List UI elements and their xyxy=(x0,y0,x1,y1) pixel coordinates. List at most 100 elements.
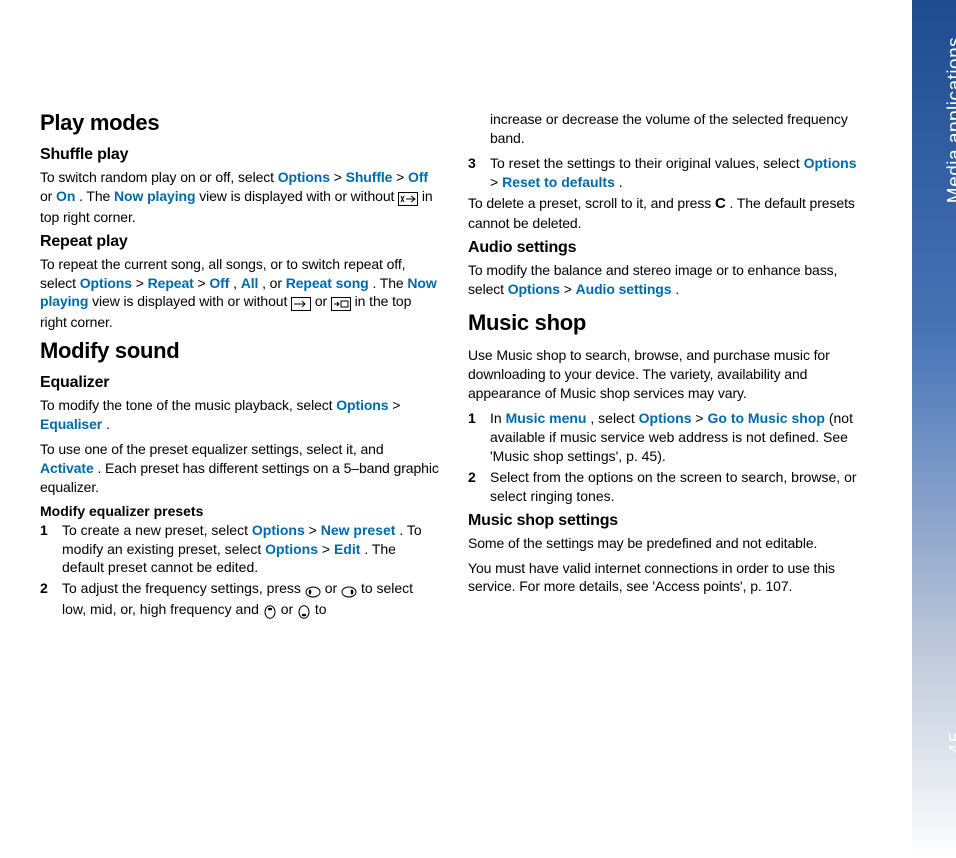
step-text: To adjust the frequency settings, press … xyxy=(62,579,440,621)
text: To adjust the frequency settings, press xyxy=(62,580,305,596)
heading-play-modes: Play modes xyxy=(40,110,440,136)
heading-repeat-play: Repeat play xyxy=(40,233,440,251)
text: To reset the settings to their original … xyxy=(490,155,804,171)
separator: > xyxy=(564,281,576,297)
text: view is displayed with or without xyxy=(199,188,398,204)
menu-options: Options xyxy=(80,275,132,291)
text: To delete a preset, scroll to it, and pr… xyxy=(468,195,715,211)
text: To modify the tone of the music playback… xyxy=(40,397,336,413)
preset-steps: 1 To create a new preset, select Options… xyxy=(40,521,440,621)
text: or xyxy=(40,188,56,204)
text: . xyxy=(619,174,623,190)
heading-modify-sound: Modify sound xyxy=(40,338,440,364)
menu-activate: Activate xyxy=(40,460,94,476)
text: To use one of the preset equalizer setti… xyxy=(40,441,384,457)
menu-go-to-music-shop: Go to Music shop xyxy=(707,410,824,426)
menu-equaliser: Equaliser xyxy=(40,416,102,432)
separator: > xyxy=(396,169,408,185)
menu-options: Options xyxy=(804,155,857,171)
menu-repeat: Repeat xyxy=(148,275,194,291)
two-column-layout: Play modes Shuffle play To switch random… xyxy=(40,110,870,623)
menu-music-menu: Music menu xyxy=(506,410,587,426)
list-item: 1 To create a new preset, select Options… xyxy=(40,521,440,578)
separator: > xyxy=(490,174,502,190)
menu-repeat-song: Repeat song xyxy=(286,275,369,291)
menu-options: Options xyxy=(278,169,330,185)
text: In xyxy=(490,410,506,426)
scroll-right-icon xyxy=(341,581,357,600)
text: . Each preset has different settings on … xyxy=(40,460,439,495)
step-number: 2 xyxy=(468,468,482,506)
text: or xyxy=(315,293,331,309)
text: or xyxy=(325,580,341,596)
text: , or xyxy=(262,275,286,291)
para-shuffle: To switch random play on or off, select … xyxy=(40,168,440,227)
separator: > xyxy=(334,169,346,185)
list-item: 3 To reset the settings to their origina… xyxy=(468,154,868,192)
separator: > xyxy=(309,522,321,538)
para-eq-modify: To modify the tone of the music playback… xyxy=(40,396,440,434)
step-number: 2 xyxy=(40,579,54,621)
text: , select xyxy=(590,410,638,426)
step-number: 1 xyxy=(40,521,54,578)
heading-equalizer: Equalizer xyxy=(40,374,440,392)
menu-options: Options xyxy=(265,541,318,557)
text: To create a new preset, select xyxy=(62,522,252,538)
shop-steps: 1 In Music menu , select Options > Go to… xyxy=(468,409,868,505)
heading-modify-presets: Modify equalizer presets xyxy=(40,503,440,519)
step-number: 3 xyxy=(468,154,482,192)
menu-edit: Edit xyxy=(334,541,360,557)
para-settings-internet: You must have valid internet connections… xyxy=(468,559,868,597)
menu-off: Off xyxy=(408,169,428,185)
text: . The xyxy=(79,188,114,204)
separator: > xyxy=(136,275,148,291)
heading-shuffle-play: Shuffle play xyxy=(40,146,440,164)
page-number: 45 xyxy=(946,730,956,754)
step-text: To create a new preset, select Options >… xyxy=(62,521,440,578)
para-audio-settings: To modify the balance and stereo image o… xyxy=(468,261,868,299)
key-c-icon: C xyxy=(715,194,726,214)
menu-options: Options xyxy=(639,410,692,426)
scroll-up-icon xyxy=(263,602,277,621)
menu-shuffle: Shuffle xyxy=(346,169,393,185)
menu-options: Options xyxy=(252,522,305,538)
list-item: 2 Select from the options on the screen … xyxy=(468,468,868,506)
separator: > xyxy=(322,541,334,557)
menu-now-playing: Now playing xyxy=(114,188,195,204)
column-left: Play modes Shuffle play To switch random… xyxy=(40,110,440,623)
text: or xyxy=(281,601,297,617)
scroll-down-icon xyxy=(297,602,311,621)
heading-music-shop-settings: Music shop settings xyxy=(468,512,868,530)
step-text: In Music menu , select Options > Go to M… xyxy=(490,409,868,466)
text: . xyxy=(106,416,110,432)
menu-audio-settings: Audio settings xyxy=(576,281,672,297)
separator: > xyxy=(695,410,707,426)
menu-options: Options xyxy=(508,281,560,297)
preset-steps-continued: 3 To reset the settings to their origina… xyxy=(468,154,868,192)
menu-on: On xyxy=(56,188,75,204)
repeat-one-icon xyxy=(291,294,311,313)
column-right: increase or decrease the volume of the s… xyxy=(468,110,868,623)
separator: > xyxy=(198,275,210,291)
text: To switch random play on or off, select xyxy=(40,169,278,185)
heading-music-shop: Music shop xyxy=(468,310,868,336)
step-text: Select from the options on the screen to… xyxy=(490,468,868,506)
repeat-all-icon xyxy=(331,294,351,313)
menu-reset-defaults: Reset to defaults xyxy=(502,174,615,190)
step2-continued: increase or decrease the volume of the s… xyxy=(468,110,868,148)
text: . The xyxy=(372,275,407,291)
para-shop-intro: Use Music shop to search, browse, and pu… xyxy=(468,346,868,403)
para-eq-preset: To use one of the preset equalizer setti… xyxy=(40,440,440,497)
separator: > xyxy=(392,397,400,413)
list-item: 2 To adjust the frequency settings, pres… xyxy=(40,579,440,621)
side-tab: Media applications 45 xyxy=(880,0,956,858)
para-settings-predefined: Some of the settings may be predefined a… xyxy=(468,534,868,553)
scroll-left-icon xyxy=(305,581,321,600)
menu-all: All xyxy=(241,275,259,291)
text: to xyxy=(315,601,327,617)
step-number: 1 xyxy=(468,409,482,466)
para-repeat: To repeat the current song, all songs, o… xyxy=(40,255,440,333)
list-item: 1 In Music menu , select Options > Go to… xyxy=(468,409,868,466)
heading-audio-settings: Audio settings xyxy=(468,239,868,257)
page-content: Play modes Shuffle play To switch random… xyxy=(0,0,880,858)
